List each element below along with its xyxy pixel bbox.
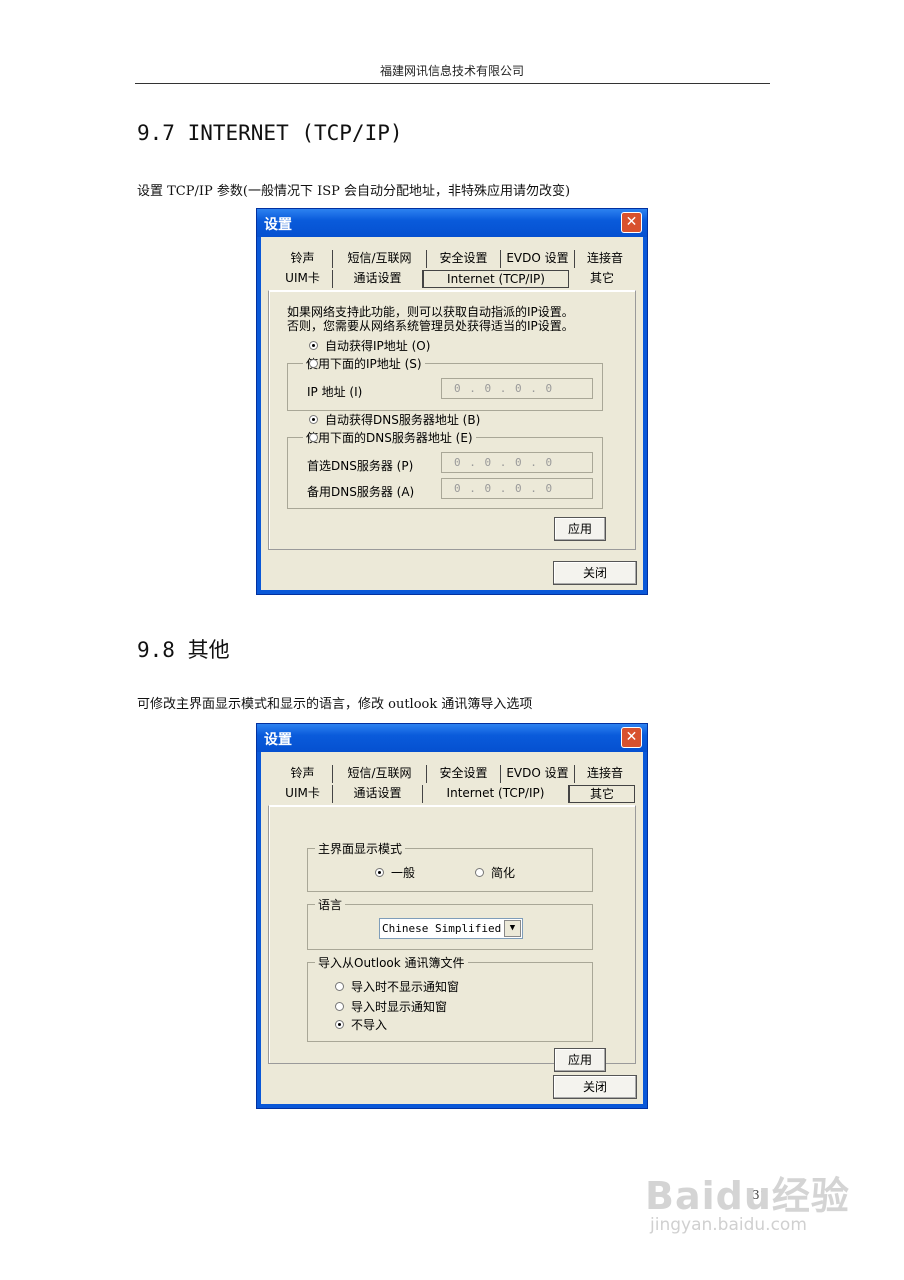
import-notify-radio[interactable] xyxy=(335,1002,344,1011)
dialog-title: 设置 xyxy=(264,732,292,748)
chevron-down-icon[interactable]: ▼ xyxy=(504,920,521,937)
manual-dns-radio[interactable] xyxy=(309,433,318,442)
tab-row-1: 铃声 短信/互联网 安全设置 EVDO 设置 连接音 xyxy=(273,250,635,268)
preferred-dns-field[interactable]: 0 . 0 . 0 . 0 xyxy=(441,452,593,473)
manual-dns-label: 使用下面的DNS服务器地址 (E) xyxy=(303,429,476,446)
manual-ip-label: 使用下面的IP地址 (S) xyxy=(303,355,425,372)
tab-call-settings[interactable]: 通话设置 xyxy=(333,270,423,288)
language-select[interactable]: Chinese Simplified ▼ xyxy=(379,918,523,939)
import-no-notify-label: 导入时不显示通知窗 xyxy=(351,980,460,994)
close-icon[interactable]: ✕ xyxy=(621,727,642,748)
apply-button[interactable]: 应用 xyxy=(554,1048,606,1072)
tab-sms-internet[interactable]: 短信/互联网 xyxy=(333,765,427,783)
import-no-notify-radio[interactable] xyxy=(335,982,344,991)
watermark-url: jingyan.baidu.com xyxy=(650,1215,807,1235)
settings-dialog-tcpip: 设置 ✕ 铃声 短信/互联网 安全设置 EVDO 设置 连接音 UIM卡 通话设… xyxy=(256,208,648,595)
tab-panel: 主界面显示模式 一般 简化 语言 Chinese Simplified ▼ 导入… xyxy=(268,805,636,1072)
tab-row-2: UIM卡 通话设置 Internet (TCP/IP) 其它 xyxy=(273,785,635,803)
tab-internet-tcpip[interactable]: Internet (TCP/IP) xyxy=(423,785,569,803)
section-description-other: 可修改主界面显示模式和显示的语言，修改 outlook 通讯簿导入选项 xyxy=(137,697,533,712)
mode-normal-label: 一般 xyxy=(391,866,416,880)
no-import-radio[interactable] xyxy=(335,1020,344,1029)
section-title-other: 9.8 其他 xyxy=(137,638,230,662)
tab-uim[interactable]: UIM卡 xyxy=(273,270,333,288)
dialog-titlebar: 设置 ✕ xyxy=(257,724,647,752)
mode-simple-label: 简化 xyxy=(491,866,516,880)
tab-row-1: 铃声 短信/互联网 安全设置 EVDO 设置 连接音 xyxy=(273,765,635,783)
auto-ip-radio[interactable] xyxy=(309,341,318,350)
tab-ringtone[interactable]: 铃声 xyxy=(273,765,333,783)
dialog-client-area: 铃声 短信/互联网 安全设置 EVDO 设置 连接音 UIM卡 通话设置 Int… xyxy=(261,752,643,1104)
tab-row-2: UIM卡 通话设置 Internet (TCP/IP) 其它 xyxy=(273,270,635,288)
language-label: 语言 xyxy=(315,896,346,913)
tab-internet-tcpip[interactable]: Internet (TCP/IP) xyxy=(423,270,569,288)
close-button[interactable]: 关闭 xyxy=(553,561,637,585)
tab-sms-internet[interactable]: 短信/互联网 xyxy=(333,250,427,268)
dialog-titlebar: 设置 ✕ xyxy=(257,209,647,237)
auto-ip-label: 自动获得IP地址 (O) xyxy=(325,339,431,353)
page-header: 福建网讯信息技术有限公司 xyxy=(379,64,524,78)
settings-dialog-other: 设置 ✕ 铃声 短信/互联网 安全设置 EVDO 设置 连接音 UIM卡 通话设… xyxy=(256,723,648,1109)
tab-evdo[interactable]: EVDO 设置 xyxy=(501,765,575,783)
header-rule xyxy=(135,83,770,84)
auto-dns-radio[interactable] xyxy=(309,415,318,424)
tab-call-settings[interactable]: 通话设置 xyxy=(333,785,423,803)
tab-other[interactable]: 其它 xyxy=(569,270,635,288)
alternate-dns-field[interactable]: 0 . 0 . 0 . 0 xyxy=(441,478,593,499)
no-import-label: 不导入 xyxy=(351,1018,388,1032)
tab-panel: 如果网络支持此功能，则可以获取自动指派的IP设置。 否则，您需要从网络系统管理员… xyxy=(268,290,636,550)
manual-ip-radio[interactable] xyxy=(309,359,318,368)
dialog-title: 设置 xyxy=(264,217,292,233)
language-select-value: Chinese Simplified xyxy=(382,922,502,935)
section-title-tcpip: 9.7 INTERNET (TCP/IP) xyxy=(137,121,403,145)
info-line-2: 否则，您需要从网络系统管理员处获得适当的IP设置。 xyxy=(287,319,574,333)
close-icon[interactable]: ✕ xyxy=(621,212,642,233)
tab-other[interactable]: 其它 xyxy=(569,785,635,803)
tab-security[interactable]: 安全设置 xyxy=(427,250,501,268)
section-description-tcpip: 设置 TCP/IP 参数(一般情况下 ISP 会自动分配地址，非特殊应用请勿改变… xyxy=(137,184,571,199)
dialog-client-area: 铃声 短信/互联网 安全设置 EVDO 设置 连接音 UIM卡 通话设置 Int… xyxy=(261,237,643,590)
tab-connect-tone[interactable]: 连接音 xyxy=(575,765,635,783)
alternate-dns-label: 备用DNS服务器 (A) xyxy=(307,485,415,499)
display-mode-label: 主界面显示模式 xyxy=(315,840,406,857)
tab-uim[interactable]: UIM卡 xyxy=(273,785,333,803)
apply-button[interactable]: 应用 xyxy=(554,517,606,541)
tab-security[interactable]: 安全设置 xyxy=(427,765,501,783)
auto-dns-label: 自动获得DNS服务器地址 (B) xyxy=(325,413,481,427)
import-outlook-group xyxy=(307,962,593,1042)
import-notify-label: 导入时显示通知窗 xyxy=(351,1000,448,1014)
preferred-dns-label: 首选DNS服务器 (P) xyxy=(307,459,414,473)
watermark-logo: Baidu经验 xyxy=(645,1174,850,1218)
close-button[interactable]: 关闭 xyxy=(553,1075,637,1099)
tab-ringtone[interactable]: 铃声 xyxy=(273,250,333,268)
mode-normal-radio[interactable] xyxy=(375,868,384,877)
mode-simple-radio[interactable] xyxy=(475,868,484,877)
ip-address-field[interactable]: 0 . 0 . 0 . 0 xyxy=(441,378,593,399)
ip-address-label: IP 地址 (I) xyxy=(307,385,363,399)
tab-evdo[interactable]: EVDO 设置 xyxy=(501,250,575,268)
tab-connect-tone[interactable]: 连接音 xyxy=(575,250,635,268)
import-outlook-label: 导入从Outlook 通讯簿文件 xyxy=(315,954,468,971)
